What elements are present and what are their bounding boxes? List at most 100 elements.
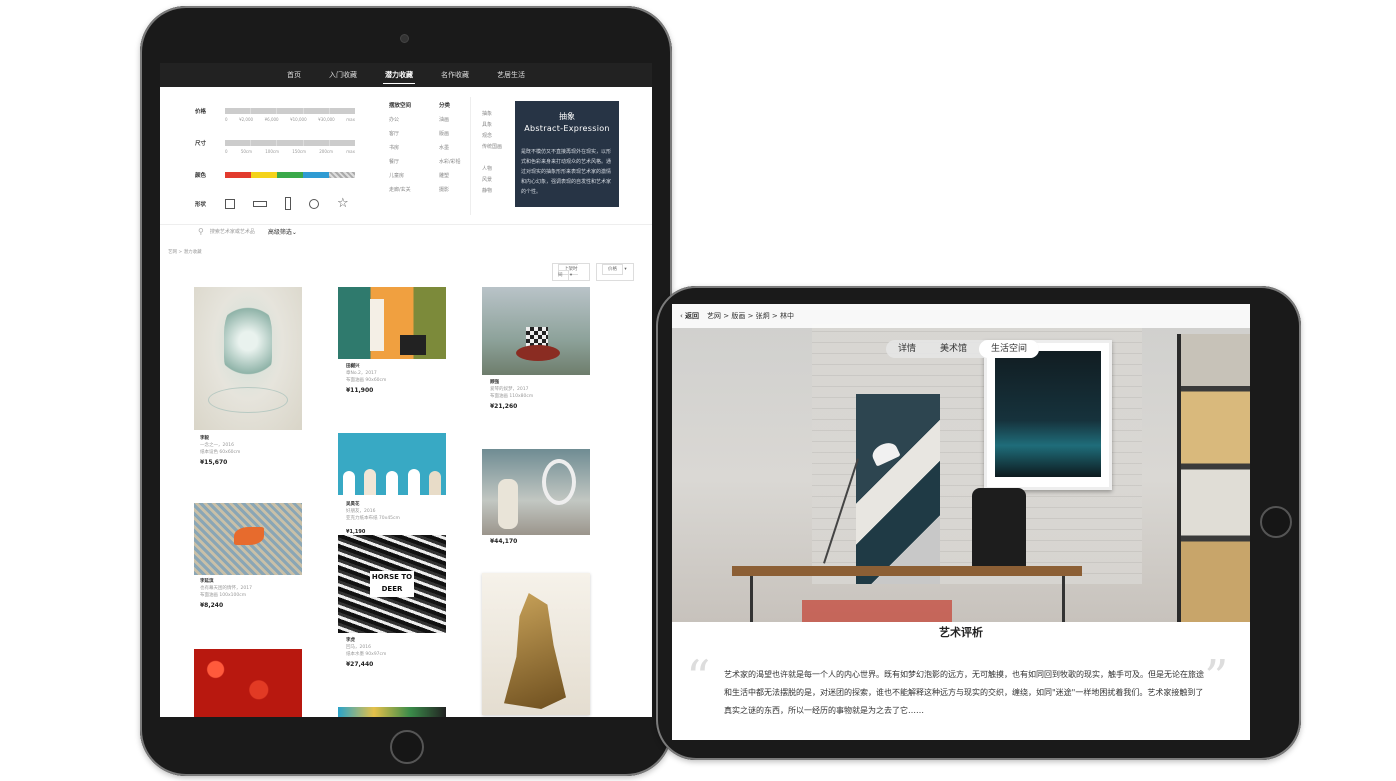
space-item[interactable]: 办公 (389, 113, 411, 127)
artwork-image[interactable] (194, 649, 302, 717)
artwork-caption: 田樾兴 章No.2，2017 布面油画 90x60cm ¥11,900 (346, 363, 456, 394)
artwork-medium: 布面油画 90x60cm (346, 378, 387, 383)
home-button[interactable] (390, 730, 424, 764)
artwork-image[interactable] (482, 449, 590, 535)
space-item[interactable]: 书房 (389, 141, 411, 155)
size-tick: 0 (225, 149, 228, 154)
size-tick: 200cm (319, 149, 333, 154)
nav-potential[interactable]: 潜力收藏 (383, 67, 415, 84)
size-tick: 50cm (240, 149, 252, 154)
artwork-medium: 布面油画 100x100cm (200, 593, 247, 598)
artwork-title: 回马，2016 (346, 645, 371, 650)
stage: 首页 入门收藏 潜力收藏 名作收藏 艺居生活 价格 0 ¥2,000 ¥6,00… (0, 0, 1396, 781)
search-bar: ⚲ 搜索艺术家或艺术品 高级筛选⌄ (198, 227, 297, 236)
price-tick: ¥2,000 (239, 117, 254, 122)
category-column: 分类 油画 版画 水墨 水彩/彩铅 雕塑 摄影 (439, 99, 461, 197)
style-item[interactable]: 静物 (482, 186, 502, 197)
space-item[interactable]: 餐厅 (389, 155, 411, 169)
artwork-caption: 顾强 爱琴的奴梦，2017 布面油画 110x80cm ¥21,260 (490, 379, 600, 410)
color-swatch-blue[interactable] (303, 172, 329, 178)
style-item[interactable]: 观念 (482, 131, 502, 142)
size-tick: 150cm (292, 149, 306, 154)
price-tick: ¥6,000 (264, 117, 279, 122)
color-swatch-green[interactable] (277, 172, 303, 178)
style-item[interactable]: 具象 (482, 120, 502, 131)
artwork-image[interactable] (338, 433, 446, 495)
artwork-price: ¥27,440 (346, 661, 374, 668)
category-item[interactable]: 摄影 (439, 183, 461, 197)
category-item[interactable]: 雕塑 (439, 169, 461, 183)
tab-details[interactable]: 详情 (886, 340, 928, 358)
style-column: 抽象 具象 观念 传统国画 人物 风景 静物 (482, 109, 502, 197)
sort-controls: 上架时间 ▾ 价格 ▾ (552, 263, 634, 281)
style-item[interactable]: 人物 (482, 164, 502, 175)
artwork-title: 爱琴的奴梦，2017 (490, 387, 529, 392)
category-item[interactable]: 油画 (439, 113, 461, 127)
landscape-shape-icon[interactable] (253, 200, 267, 207)
square-shape-icon[interactable] (225, 198, 235, 209)
category-item[interactable]: 水墨 (439, 141, 461, 155)
space-item[interactable]: 客厅 (389, 127, 411, 141)
artwork-image[interactable]: HORSE TO DEER (338, 535, 446, 633)
back-label: 返回 (685, 312, 700, 320)
artwork-caption: 李延滨 也有幕天困的情怀，2017 布面油画 100x100cm ¥8,240 (200, 578, 310, 609)
style-item[interactable]: 传统国画 (482, 142, 502, 153)
size-tick: max (346, 149, 355, 154)
artist-name[interactable]: 李虎 (346, 637, 456, 644)
color-swatch-red[interactable] (225, 172, 251, 178)
star-shape-icon[interactable]: ☆ (337, 197, 349, 210)
artist-name[interactable]: 李毅 (200, 435, 310, 442)
artwork-image[interactable] (482, 287, 590, 375)
artwork-image[interactable] (338, 707, 446, 717)
style-item[interactable]: 风景 (482, 175, 502, 186)
artwork-image[interactable] (338, 287, 446, 359)
home-button[interactable] (1260, 506, 1292, 538)
search-icon: ⚲ (198, 227, 204, 236)
artwork-price: ¥8,240 (200, 602, 224, 609)
artwork-title: 一念之一，2016 (200, 443, 234, 448)
top-nav: 首页 入门收藏 潜力收藏 名作收藏 艺居生活 (160, 63, 652, 87)
sticker-text: HORSE TO DEER (370, 571, 414, 597)
artwork-title: 也有幕天困的情怀，2017 (200, 586, 252, 591)
style-item[interactable]: 抽象 (482, 109, 502, 120)
category-item[interactable]: 水彩/彩铅 (439, 155, 461, 169)
color-swatch-yellow[interactable] (251, 172, 277, 178)
nav-entry[interactable]: 入门收藏 (327, 67, 359, 83)
tab-living-space[interactable]: 生活空间 (979, 340, 1040, 358)
artwork-image[interactable] (482, 573, 590, 715)
sort-time-dropdown[interactable]: 上架时间 ▾ (552, 263, 590, 281)
style-spacer (482, 153, 502, 164)
price-slider[interactable]: 0 ¥2,000 ¥6,000 ¥10,000 ¥30,000 max (225, 108, 356, 122)
artwork-title: 好朋友，2016 (346, 509, 376, 514)
nav-lifestyle[interactable]: 艺居生活 (495, 67, 527, 83)
artist-name[interactable]: 李延滨 (200, 578, 310, 585)
nav-home[interactable]: 首页 (285, 67, 303, 83)
portrait-shape-icon[interactable] (285, 197, 291, 210)
card-subtitle: Abstract-Expression (524, 124, 610, 133)
back-button[interactable]: ‹ 返回 (680, 311, 699, 321)
circle-shape-icon[interactable] (309, 198, 319, 209)
artwork-price: ¥11,900 (346, 387, 374, 394)
size-slider[interactable]: 0 50cm 100cm 150cm 200cm max (225, 140, 356, 154)
size-label: 尺寸 (195, 141, 207, 147)
tab-gallery[interactable]: 美术馆 (928, 340, 979, 358)
artwork-title: 章No.2，2017 (346, 371, 377, 376)
artist-name[interactable]: 吴昊花 (346, 501, 456, 508)
color-swatch-gray[interactable] (329, 172, 355, 178)
sort-price-dropdown[interactable]: 价格 ▾ (596, 263, 634, 281)
search-input[interactable]: 搜索艺术家或艺术品 (210, 228, 262, 235)
color-label: 颜色 (195, 173, 207, 179)
review-title: 艺术评析 (939, 626, 983, 639)
artist-name[interactable]: 田樾兴 (346, 363, 456, 370)
artwork-image[interactable] (194, 287, 302, 430)
space-item[interactable]: 走廊/玄关 (389, 183, 411, 197)
artwork-medium: 纸本水墨 90x97cm (346, 652, 387, 657)
artwork-medium: 亚克力纸本布纸 70x45cm (346, 516, 400, 521)
artwork-image[interactable] (194, 503, 302, 575)
nav-masterpiece[interactable]: 名作收藏 (439, 67, 471, 83)
breadcrumb: 艺网 > 潜力收藏 (168, 250, 202, 255)
advanced-filter-button[interactable]: 高级筛选⌄ (268, 227, 297, 236)
space-item[interactable]: 儿童房 (389, 169, 411, 183)
category-item[interactable]: 版画 (439, 127, 461, 141)
artist-name[interactable]: 顾强 (490, 379, 600, 386)
